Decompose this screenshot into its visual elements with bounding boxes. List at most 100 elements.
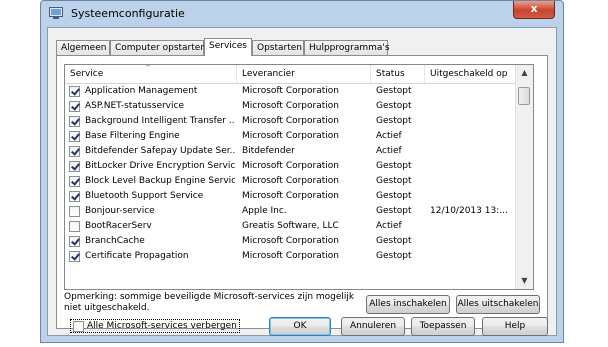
service-checkbox[interactable] [69,101,80,112]
cell-vendor: Microsoft Corporation [242,101,339,111]
table-row[interactable]: BootRacerServ Greatis Software, LLC Actief [65,219,517,234]
cell-service: Bluetooth Support Service [85,191,204,201]
table-row[interactable]: Bonjour-service Apple Inc. Gestopt 12/10/20… [65,204,517,219]
cell-status: Gestopt [376,206,412,216]
service-checkbox[interactable] [69,206,80,217]
cell-disabled-on [430,84,516,99]
apply-button[interactable]: Toepassen [411,317,475,336]
table-row[interactable]: Base Filtering Engine Microsoft Corporati… [65,129,517,144]
cell-status: Actief [376,131,402,141]
services-list[interactable]: Service ^ Leverancier Status Uitgeschake… [64,64,534,290]
checkbox-box[interactable] [73,321,84,332]
cancel-button[interactable]: Annuleren [341,317,405,336]
enable-all-button[interactable]: Alles inschakelen [366,295,450,314]
hide-microsoft-services-checkbox[interactable]: Alle Microsoft-services verbergen [70,319,240,333]
column-header-disabled-on[interactable]: Uitgeschakeld op [425,65,517,83]
table-row[interactable]: Application Management Microsoft Corporat… [65,84,517,99]
vertical-scrollbar[interactable]: ▲ ▼ [515,65,533,289]
cell-service: BranchCache [85,236,145,246]
cell-vendor: Microsoft Corporation [242,251,339,261]
tab-services[interactable]: Services [204,38,252,56]
close-button[interactable]: x [513,1,555,19]
tab-hulpprogrammas[interactable]: Hulpprogramma's [304,40,390,55]
cell-disabled-on [430,234,516,249]
table-row[interactable]: ASP.NET-statusservice Microsoft Corporati… [65,99,517,114]
service-checkbox[interactable] [69,191,80,202]
tab-label: Hulpprogramma's [309,43,390,53]
service-checkbox[interactable] [69,236,80,247]
cell-service: Block Level Backup Engine Service [85,176,235,186]
cell-service: ASP.NET-statusservice [85,101,184,111]
column-header-label: Leverancier [242,69,295,79]
scroll-thumb[interactable] [518,87,530,105]
service-checkbox[interactable] [69,131,80,142]
scroll-down-icon[interactable]: ▼ [516,273,533,289]
cell-status: Gestopt [376,116,412,126]
tab-label: Algemeen [61,43,107,53]
cell-disabled-on [430,174,516,189]
ok-button[interactable]: OK [269,317,331,336]
cell-service: BitLocker Drive Encryption Service [85,161,235,171]
cell-vendor: Greatis Software, LLC [242,221,339,231]
close-icon: x [530,2,538,15]
cell-disabled-on [430,249,516,264]
tab-label: Opstarten [257,43,302,53]
column-header-label: Service [70,69,104,79]
cell-vendor: Microsoft Corporation [242,116,339,126]
disable-all-button[interactable]: Alles uitschakelen [456,295,540,314]
table-row[interactable]: BranchCache Microsoft Corporation Gestopt [65,234,517,249]
tab-opstarten[interactable]: Opstarten [252,40,304,55]
system-configuration-window: Systeemconfiguratie x Algemeen Computer … [40,0,564,343]
table-row[interactable]: Block Level Backup Engine Service Microso… [65,174,517,189]
cell-status: Gestopt [376,86,412,96]
cell-disabled-on [430,144,516,159]
cell-disabled-on [430,219,516,234]
cell-disabled-on: 12/10/2013 13:... [430,206,508,216]
tab-computer-opstarten[interactable]: Computer opstarten [110,40,207,55]
table-row[interactable]: Bluetooth Support Service Microsoft Corpo… [65,189,517,204]
protected-services-note: Opmerking: sommige beveiligde Microsoft-… [64,292,355,313]
service-checkbox[interactable] [69,251,80,262]
cell-status: Gestopt [376,191,412,201]
table-row[interactable]: Background Intelligent Transfer ... Micro… [65,114,517,129]
service-checkbox[interactable] [69,221,80,232]
title-bar[interactable]: Systeemconfiguratie x [41,1,563,27]
column-header-label: Status [376,69,405,79]
msconfig-icon [49,7,63,19]
cell-vendor: Microsoft Corporation [242,176,339,186]
service-checkbox[interactable] [69,86,80,97]
cell-disabled-on [430,99,516,114]
hide-microsoft-services-label: Alle Microsoft-services verbergen [87,321,237,331]
service-checkbox[interactable] [69,176,80,187]
cell-vendor: Microsoft Corporation [242,86,339,96]
table-row[interactable]: BitLocker Drive Encryption Service Micros… [65,159,517,174]
sort-ascending-icon: ^ [145,64,151,72]
tab-label: Services [209,41,247,51]
service-checkbox[interactable] [69,161,80,172]
cell-status: Actief [376,146,402,156]
cell-service: Bonjour-service [85,206,155,216]
cell-vendor: Microsoft Corporation [242,191,339,201]
cell-status: Gestopt [376,176,412,186]
cell-disabled-on [430,189,516,204]
cell-status: Gestopt [376,101,412,111]
cell-vendor: Microsoft Corporation [242,161,339,171]
service-checkbox[interactable] [69,116,80,127]
service-checkbox[interactable] [69,146,80,157]
cell-vendor: Microsoft Corporation [242,236,339,246]
cell-service: Bitdefender Safepay Update Ser... [85,146,235,156]
help-button[interactable]: Help [482,317,548,336]
tab-algemeen[interactable]: Algemeen [56,40,110,55]
column-header-status[interactable]: Status [371,65,425,83]
table-row[interactable]: Certificate Propagation Microsoft Corpora… [65,249,517,264]
column-header-service[interactable]: Service ^ [65,65,237,83]
scroll-up-icon[interactable]: ▲ [516,65,533,81]
table-row[interactable]: Bitdefender Safepay Update Ser... Bitdefe… [65,144,517,159]
cell-service: Background Intelligent Transfer ... [85,116,235,126]
tab-label: Computer opstarten [115,43,207,53]
cell-disabled-on [430,114,516,129]
cell-service: Certificate Propagation [85,251,189,261]
column-header-vendor[interactable]: Leverancier [237,65,371,83]
cell-disabled-on [430,159,516,174]
cell-status: Gestopt [376,236,412,246]
